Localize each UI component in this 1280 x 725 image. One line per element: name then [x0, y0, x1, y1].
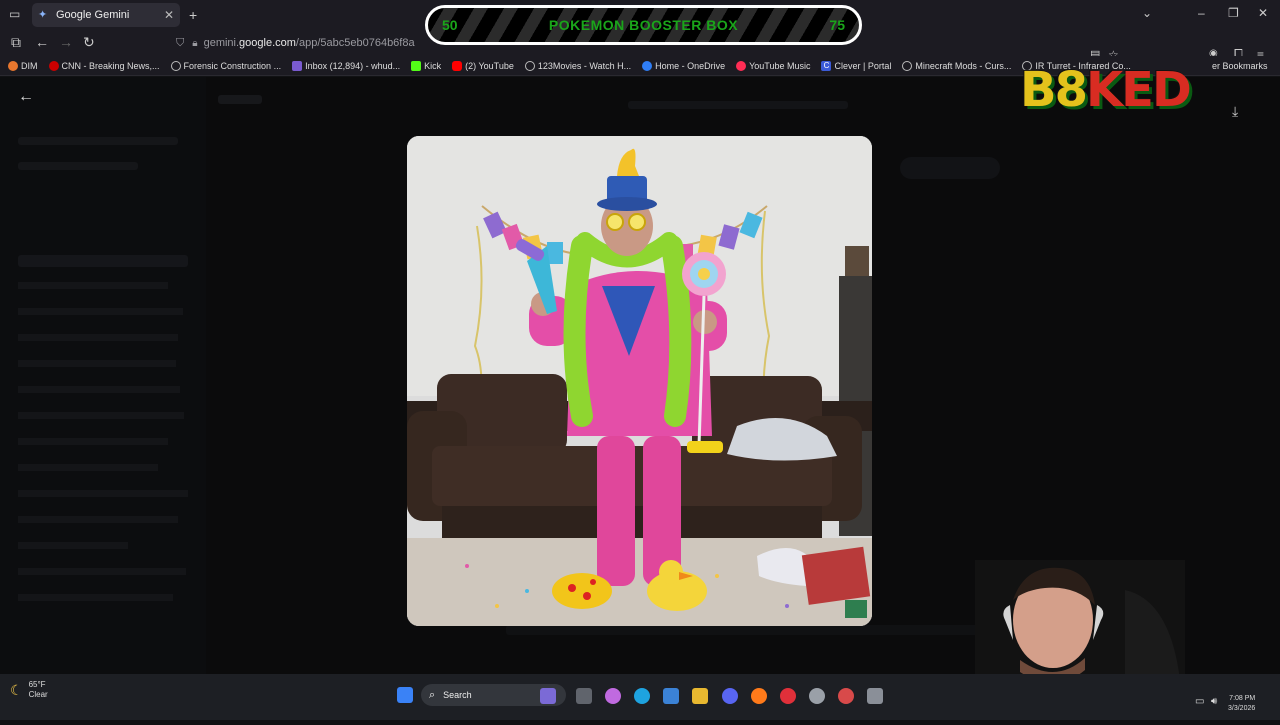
- forward-icon[interactable]: →: [59, 34, 73, 50]
- booster-box-banner: 50 POKEMON BOOSTER BOX 75: [425, 5, 862, 45]
- edge-icon[interactable]: [634, 688, 650, 704]
- sidebar-toggle-icon[interactable]: ⧉: [11, 34, 21, 51]
- chevron-down-icon[interactable]: ⌄: [1142, 6, 1152, 20]
- bookmark-item[interactable]: CNN - Breaking News,...: [48, 60, 160, 71]
- firefox-icon[interactable]: [751, 688, 767, 704]
- copilot-app-icon[interactable]: [605, 688, 621, 704]
- bookmark-item[interactable]: Kick: [411, 60, 441, 71]
- globe-icon: [524, 60, 535, 71]
- music-icon: [736, 60, 747, 71]
- close-window-icon[interactable]: ✕: [1258, 6, 1268, 20]
- mail-icon: [292, 60, 303, 71]
- minimize-icon[interactable]: –: [1198, 6, 1205, 20]
- generated-image[interactable]: [407, 136, 872, 626]
- bookmark-item[interactable]: 123Movies - Watch H...: [524, 60, 631, 71]
- url-path: /app/5abc5eb0764b6f8a: [295, 37, 415, 49]
- bookmark-item[interactable]: YouTube Music: [736, 60, 810, 71]
- new-tab-icon[interactable]: +: [189, 7, 197, 23]
- tab-google-gemini[interactable]: ✦ Google Gemini ✕: [32, 3, 180, 27]
- snipping-tool-icon[interactable]: [867, 688, 883, 704]
- clever-icon: C: [821, 60, 832, 71]
- bookmark-item[interactable]: Forensic Construction ...: [170, 60, 281, 71]
- tab-title: Google Gemini: [56, 9, 130, 21]
- youtube-icon: [452, 60, 463, 71]
- moon-icon: ☾: [10, 681, 23, 698]
- gemini-icon: ✦: [38, 9, 48, 21]
- restore-icon[interactable]: ❐: [1228, 6, 1239, 20]
- volume-icon[interactable]: 🔊︎: [1211, 696, 1217, 707]
- globe-icon: [902, 60, 913, 71]
- network-icon[interactable]: ▭: [1195, 696, 1204, 707]
- download-icon[interactable]: ⤓: [1232, 103, 1238, 120]
- party-costume-photo: [407, 136, 872, 626]
- temperature: 65°F: [28, 680, 46, 689]
- globe-icon: [170, 60, 181, 71]
- bookmark-item[interactable]: DIM: [8, 60, 38, 71]
- search-icon: ⌕: [429, 688, 436, 701]
- task-view-icon[interactable]: [576, 688, 592, 704]
- windows-start-icon[interactable]: [397, 687, 413, 703]
- clock-time: 7:08 PM: [1229, 695, 1256, 702]
- bookmark-item[interactable]: Inbox (12,894) - whud...: [292, 60, 400, 71]
- back-icon[interactable]: ←: [35, 34, 49, 50]
- system-clock[interactable]: 7:08 PM 3/3/2026: [1228, 694, 1255, 714]
- discord-icon[interactable]: [722, 688, 738, 704]
- close-tab-icon[interactable]: ✕: [164, 8, 174, 22]
- shield-icon[interactable]: ⛉: [176, 37, 184, 50]
- media-player-icon[interactable]: [780, 688, 796, 704]
- kick-icon: [411, 60, 422, 71]
- reload-icon[interactable]: ↻: [83, 34, 95, 51]
- banner-title: POKEMON BOOSTER BOX: [548, 17, 739, 33]
- b8ked-logo: B8KED: [1020, 62, 1192, 118]
- url-prefix: gemini.: [203, 37, 240, 49]
- bookmark-item[interactable]: Minecraft Mods - Curs...: [902, 60, 1011, 71]
- bookmark-item[interactable]: (2) YouTube: [452, 60, 514, 71]
- cloud-icon: [642, 60, 653, 71]
- weather-widget[interactable]: ☾ 65°F Clear: [10, 680, 48, 700]
- app-icon[interactable]: [838, 688, 854, 704]
- weather-condition: Clear: [28, 690, 48, 699]
- copilot-icon[interactable]: [540, 688, 556, 704]
- lock-icon[interactable]: 🔒︎: [192, 38, 197, 49]
- clock-date: 3/3/2026: [1228, 705, 1256, 712]
- bookmark-item[interactable]: C Clever | Portal: [821, 60, 891, 71]
- settings-icon[interactable]: [809, 688, 825, 704]
- file-explorer-icon[interactable]: [692, 688, 708, 704]
- url-domain: google.com: [239, 37, 296, 49]
- back-arrow-icon[interactable]: ←: [18, 88, 34, 106]
- bookmark-item[interactable]: Home - OneDrive: [642, 60, 725, 71]
- banner-right-number: 75: [829, 17, 845, 33]
- banner-left-number: 50: [442, 17, 458, 33]
- tab-list-icon[interactable]: ▭: [9, 7, 20, 21]
- gemini-sidebar-dimmed: [0, 77, 206, 674]
- cnn-icon: [48, 60, 59, 71]
- search-placeholder: Search: [443, 690, 472, 700]
- orange-icon: [8, 60, 18, 71]
- store-icon[interactable]: [663, 688, 679, 704]
